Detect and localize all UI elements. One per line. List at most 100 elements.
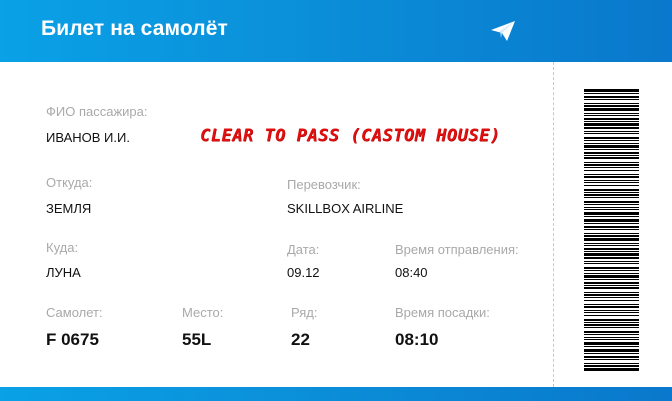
barcode-bar <box>584 359 639 360</box>
barcode-bar <box>584 105 639 107</box>
barcode-bar <box>584 233 639 234</box>
boarding-value: 08:10 <box>395 330 439 349</box>
barcode-bar <box>584 270 639 271</box>
to-value: ЛУНА <box>46 265 81 280</box>
ticket-footer <box>0 387 672 401</box>
barcode-bar <box>584 162 639 163</box>
barcode-bar <box>584 197 639 198</box>
barcode-bar <box>584 279 639 280</box>
barcode-bar <box>584 194 639 196</box>
barcode-bar <box>584 282 639 284</box>
barcode-bar <box>584 315 639 316</box>
to-label: Куда: <box>46 240 79 255</box>
barcode-bar <box>584 149 639 150</box>
barcode-bar <box>584 152 639 154</box>
date-label: Дата: <box>287 242 320 257</box>
barcode-bar <box>584 170 639 171</box>
date-value: 09.12 <box>287 265 320 280</box>
plane-value: F 0675 <box>46 330 99 349</box>
barcode-bar <box>584 131 639 132</box>
barcode-bar <box>584 363 639 364</box>
barcode-bar <box>584 294 639 296</box>
barcode-bar <box>584 349 639 352</box>
barcode-bar <box>584 185 639 186</box>
barcode-bar <box>584 93 639 94</box>
barcode-bar <box>584 155 639 156</box>
barcode-bar <box>584 229 639 230</box>
barcode-bar <box>584 297 639 298</box>
barcode-bar <box>584 346 639 347</box>
barcode-bar <box>584 121 639 122</box>
barcode-bar <box>584 245 639 246</box>
barcode-bar <box>584 327 639 328</box>
row-label: Ряд: <box>291 305 318 320</box>
barcode-bar <box>584 226 639 228</box>
barcode-bar <box>584 167 639 168</box>
barcode-bar <box>584 248 639 250</box>
seat-value: 55L <box>182 330 212 349</box>
barcode-bar <box>584 261 639 262</box>
barcode-bar <box>584 115 639 116</box>
barcode-bar <box>584 209 639 210</box>
carrier-label: Перевозчик: <box>287 177 361 192</box>
barcode-bar <box>584 342 639 345</box>
barcode-bar <box>584 201 639 203</box>
barcode-bar <box>584 322 639 323</box>
barcode-bar <box>584 103 639 104</box>
barcode-bar <box>584 212 639 215</box>
barcode-bar <box>584 312 639 313</box>
barcode-bar <box>584 207 639 208</box>
barcode-bar <box>584 223 639 224</box>
barcode-bar <box>584 113 639 114</box>
barcode-bar <box>584 108 639 111</box>
barcode-bar <box>584 273 639 274</box>
barcode-bar <box>584 285 639 286</box>
barcode-bar <box>584 339 639 340</box>
barcode-bar <box>584 304 639 305</box>
barcode <box>584 89 639 371</box>
seat-label: Место: <box>182 305 224 320</box>
barcode-bar <box>584 356 639 358</box>
barcode-bar <box>584 164 639 166</box>
barcode-bar <box>584 235 639 237</box>
barcode-bar <box>584 140 639 141</box>
barcode-bar <box>584 204 639 205</box>
barcode-bar <box>584 353 639 354</box>
barcode-bar <box>584 180 639 181</box>
barcode-bar <box>584 292 639 293</box>
barcode-bar <box>584 89 639 92</box>
barcode-bar <box>584 182 639 183</box>
barcode-bar <box>584 310 639 311</box>
barcode-bar <box>584 238 639 241</box>
passenger-value: ИВАНОВ И.И. <box>46 130 130 145</box>
barcode-bar <box>584 365 639 367</box>
barcode-bar <box>584 287 639 289</box>
barcode-bar <box>584 96 639 98</box>
customs-stamp: CLEAR TO PASS (CASTOM HOUSE) <box>200 126 501 146</box>
barcode-bar <box>584 324 639 326</box>
barcode-bar <box>584 133 639 134</box>
barcode-bar <box>584 331 639 333</box>
from-label: Откуда: <box>46 175 93 190</box>
departure-label: Время отправления: <box>395 242 519 257</box>
barcode-bar <box>584 192 639 193</box>
barcode-bar <box>584 174 639 175</box>
barcode-bar <box>584 306 639 308</box>
barcode-bar <box>584 275 639 278</box>
ticket-title: Билет на самолёт <box>41 17 228 40</box>
carrier-value: SKILLBOX AIRLINE <box>287 201 404 216</box>
barcode-bar <box>584 157 639 159</box>
barcode-bar <box>584 99 639 100</box>
barcode-bar <box>584 334 639 335</box>
tear-line <box>553 62 554 387</box>
barcode-bar <box>584 176 639 178</box>
paper-plane-icon <box>491 21 515 41</box>
barcode-bar <box>584 253 639 256</box>
barcode-bar <box>584 337 639 338</box>
barcode-bar <box>584 319 639 321</box>
barcode-bar <box>584 243 639 244</box>
barcode-bar <box>584 219 639 222</box>
barcode-bar <box>584 123 639 126</box>
barcode-bar <box>584 189 639 191</box>
row-value: 22 <box>291 330 310 349</box>
